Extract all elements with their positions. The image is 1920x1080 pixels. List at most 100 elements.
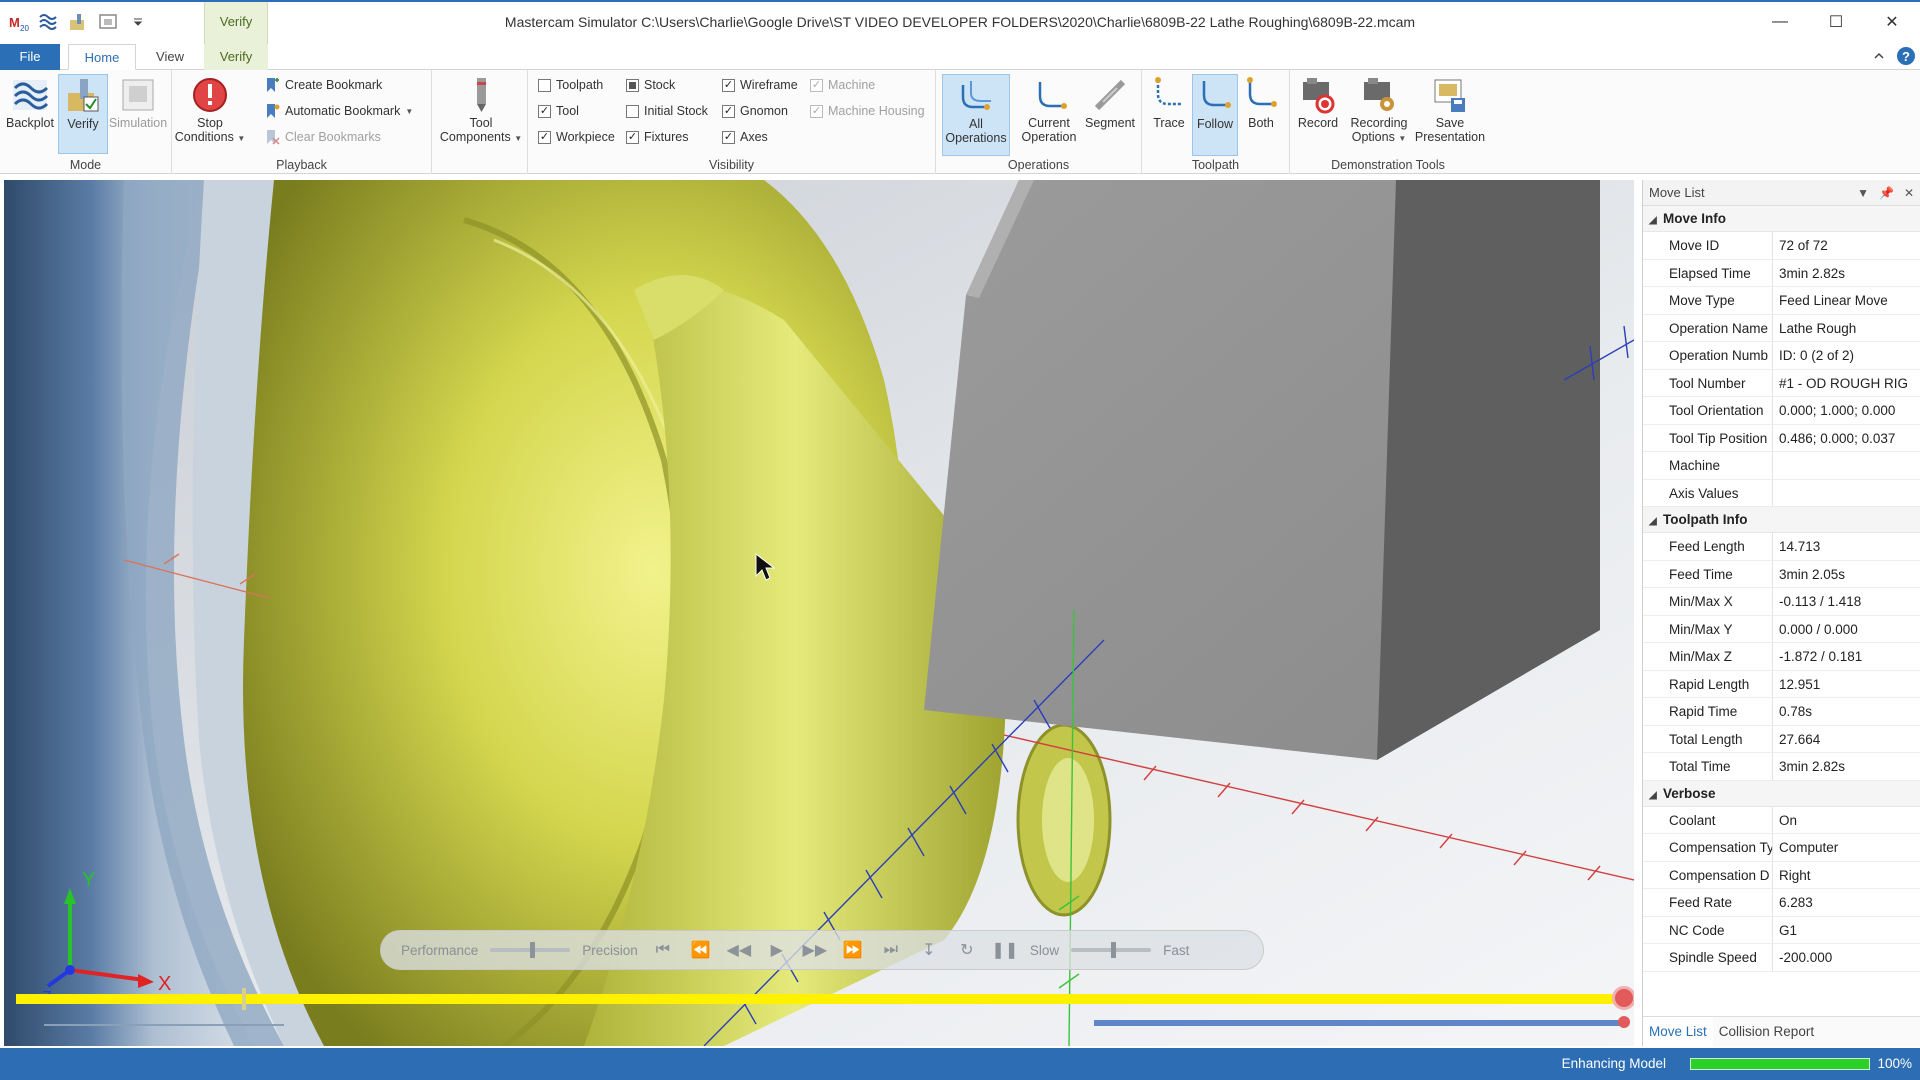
property-row: Feed Rate 6.283 [1643, 889, 1920, 917]
clear-bookmarks-icon [267, 130, 280, 145]
record-button[interactable]: Record [1292, 74, 1344, 154]
toolpath-checkbox[interactable]: Toolpath [538, 74, 603, 96]
stop-conditions-button[interactable]: Stop Conditions ▼ [175, 74, 245, 154]
workpiece-checkbox[interactable]: ✓ Workpiece [538, 126, 615, 148]
checkbox-partial-icon [626, 78, 639, 92]
playback-position-handle[interactable] [1612, 986, 1634, 1010]
property-value: 0.000; 1.000; 0.000 [1779, 403, 1896, 418]
backplot-qat-icon[interactable] [36, 10, 60, 34]
tab-home[interactable]: Home [68, 44, 136, 70]
playback-progress-track[interactable] [16, 994, 1628, 1004]
go-to-end-icon[interactable]: ⏭ [878, 939, 904, 961]
tool-components-button[interactable]: Tool Components ▼ [440, 74, 522, 154]
save-presentation-icon [1434, 79, 1465, 112]
precision-slider[interactable] [490, 942, 571, 958]
gnomon-checkbox[interactable]: ✓ Gnomon [722, 100, 788, 122]
collapse-triangle-icon: ◢ [1649, 516, 1657, 527]
collapse-ribbon-icon[interactable] [1872, 49, 1886, 66]
tab-view[interactable]: View [146, 44, 194, 70]
current-operation-line1: Current [1028, 116, 1070, 130]
rewind-icon[interactable]: ◀◀ [726, 939, 752, 961]
property-key: NC Code [1643, 916, 1773, 943]
verify-qat-icon[interactable] [66, 10, 90, 34]
loop-icon[interactable]: ↻ [954, 939, 980, 961]
tab-file[interactable]: File [0, 44, 60, 70]
workpiece-checkbox-label: Workpiece [556, 130, 615, 144]
trace-button[interactable]: Trace [1146, 74, 1192, 154]
property-key: Coolant [1643, 806, 1773, 833]
clear-bookmarks-button[interactable]: Clear Bookmarks [264, 126, 381, 148]
machine-housing-checkbox-label: Machine Housing [828, 104, 925, 118]
step-forward-icon[interactable]: ⏩ [840, 939, 866, 961]
axes-checkbox[interactable]: ✓ Axes [722, 126, 768, 148]
tool-components-label: Tool Components ▼ [440, 116, 522, 146]
play-icon[interactable]: ▶ [764, 939, 790, 961]
property-value: 3min 2.82s [1779, 265, 1846, 281]
backplot-icon [13, 80, 49, 110]
simulation-button[interactable]: Simulation [108, 74, 168, 154]
property-row: NC Code G1 [1643, 916, 1920, 944]
panel-menu-chevron-down-icon[interactable]: ▼ [1857, 180, 1869, 206]
pause-on-stop-icon[interactable]: ❚❚ [991, 939, 1018, 961]
verify-button[interactable]: Verify [58, 74, 108, 154]
minimize-icon[interactable]: — [1752, 2, 1808, 42]
property-value: -0.113 / 1.418 [1779, 594, 1862, 609]
bookmark-marker[interactable] [242, 988, 246, 1010]
save-presentation-button[interactable]: Save Presentation [1414, 74, 1486, 154]
speed-slider-thumb[interactable] [1111, 942, 1117, 958]
customize-qat-dropdown-icon[interactable] [126, 10, 150, 34]
all-operations-label: All Operations [945, 117, 1006, 145]
all-operations-button[interactable]: All Operations [942, 74, 1010, 156]
panel-close-icon[interactable]: ✕ [1904, 180, 1914, 206]
verbose-title: Verbose [1663, 785, 1716, 801]
pin-icon[interactable]: 📌 [1879, 180, 1894, 206]
property-value: 0.486; 0.000; 0.037 [1779, 430, 1896, 446]
move-info-section-header[interactable]: ◢ Move Info [1643, 206, 1920, 232]
property-value: 0.000 / 0.000 [1779, 621, 1858, 637]
go-to-start-icon[interactable]: ⏮ [650, 939, 676, 961]
step-backward-icon[interactable]: ⏪ [688, 939, 714, 961]
operations-group-label: Operations [1007, 158, 1070, 172]
automatic-bookmark-button[interactable]: Automatic Bookmark ▼ [264, 100, 413, 122]
stock-checkbox[interactable]: Stock [626, 74, 675, 96]
slow-label: Slow [1029, 942, 1060, 958]
both-icon [1247, 77, 1277, 107]
visibility-group: Toolpath ✓ Tool ✓ Workpiece Stock Initial … [528, 70, 936, 174]
help-icon[interactable]: ? [1896, 46, 1916, 69]
property-key: Rapid Length [1643, 670, 1773, 697]
backplot-button[interactable]: Backplot [2, 74, 58, 154]
tool-checkbox[interactable]: ✓ Tool [538, 100, 579, 122]
toolpath-info-section-header[interactable]: ◢ Toolpath Info [1643, 507, 1920, 533]
current-operation-button[interactable]: Current Operation [1014, 74, 1084, 154]
close-icon[interactable]: ✕ [1864, 2, 1920, 42]
step-tool-icon[interactable]: ↧ [916, 939, 942, 961]
verbose-section-header[interactable]: ◢ Verbose [1643, 780, 1920, 807]
tab-move-list[interactable]: Move List [1643, 1017, 1713, 1046]
speed-slider[interactable] [1071, 942, 1152, 958]
both-button[interactable]: Both [1238, 74, 1284, 154]
initial-stock-checkbox[interactable]: Initial Stock [626, 100, 708, 122]
fixtures-checkbox[interactable]: ✓ Fixtures [626, 126, 688, 148]
recording-options-button[interactable]: Recording Options ▼ [1344, 74, 1414, 154]
collapse-triangle-icon: ◢ [1649, 215, 1657, 226]
operation-timeline[interactable] [1094, 1020, 1628, 1026]
precision-slider-thumb[interactable] [530, 942, 536, 958]
toolpath-group-label: Toolpath [1191, 158, 1240, 172]
segment-icon [1094, 79, 1126, 111]
chevron-down-icon: ▼ [237, 134, 246, 143]
operation-timeline-handle[interactable] [1618, 1016, 1630, 1028]
create-bookmark-button[interactable]: Create Bookmark [264, 74, 382, 96]
graphics-viewport[interactable]: Y X Z Performance Precision ⏮ ⏪ ◀◀ ▶ ▶▶ … [4, 180, 1634, 1046]
wireframe-checkbox[interactable]: ✓ Wireframe [722, 74, 798, 96]
property-key: Operation Name [1643, 314, 1773, 341]
verbose-section: ◢ Verbose Coolant On Compensation Ty Comput… [1643, 780, 1920, 972]
follow-button[interactable]: Follow [1192, 74, 1238, 156]
maximize-icon[interactable]: ☐ [1808, 2, 1864, 42]
property-row: Rapid Length 12.951 [1643, 670, 1920, 698]
segment-button[interactable]: Segment [1082, 74, 1138, 154]
operation-timeline-left [44, 1024, 284, 1026]
tab-collision-report[interactable]: Collision Report [1713, 1017, 1820, 1046]
tab-verify[interactable]: Verify [204, 44, 268, 70]
fast-forward-icon[interactable]: ▶▶ [802, 939, 828, 961]
simulation-qat-icon[interactable] [96, 10, 120, 34]
